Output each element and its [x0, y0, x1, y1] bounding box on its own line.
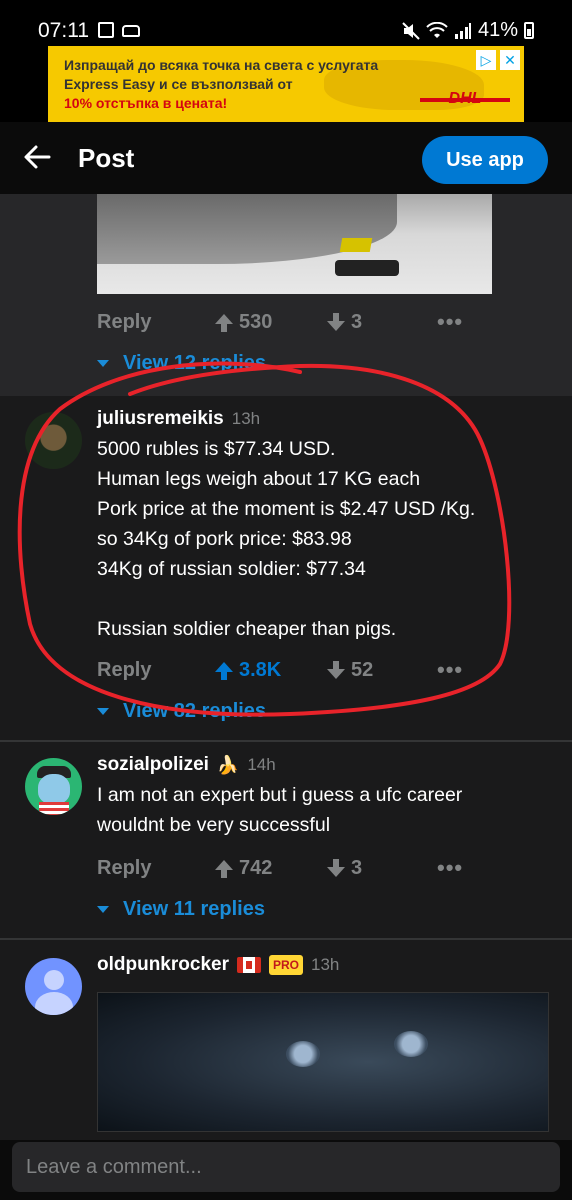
comment-composer [0, 1140, 572, 1200]
canada-flag-icon [236, 957, 261, 973]
downvote-count: 52 [351, 658, 374, 681]
upvote-button[interactable]: 530 [215, 311, 327, 334]
battery-percent: 41% [477, 19, 518, 41]
upvote-icon [215, 314, 233, 332]
more-options-icon[interactable]: ••• [437, 855, 463, 881]
comment-time: 13h [311, 955, 340, 974]
ad-line-1: Изпращай до всяка точка на света с услуг… [64, 57, 379, 73]
ad-line-2: Express Easy и се възползвай от [64, 76, 293, 92]
comment-time: 13h [231, 409, 261, 428]
comment-card: oldpunkrocker PRO 13h [0, 940, 572, 1140]
avatar[interactable] [25, 412, 82, 469]
upvote-count: 3.8K [239, 658, 282, 681]
pro-badge: PRO [268, 955, 303, 975]
downvote-icon [327, 859, 345, 877]
upvote-count: 530 [239, 310, 273, 333]
mute-icon [402, 21, 420, 40]
comment-username[interactable]: sozialpolizei [97, 754, 209, 776]
signal-icon [454, 22, 471, 39]
car-icon [122, 25, 140, 37]
chevron-down-icon [97, 360, 109, 367]
top-app-bar: Post Use app [0, 122, 572, 194]
use-app-button[interactable]: Use app [422, 136, 548, 184]
view-replies-label: View 82 replies [123, 700, 267, 722]
downvote-button[interactable]: 3 [327, 311, 437, 334]
avatar[interactable] [25, 758, 82, 815]
chevron-down-icon [97, 906, 109, 913]
avatar[interactable] [25, 958, 82, 1015]
comment-body: I am not an expert but i guess a ufc car… [97, 784, 463, 836]
comments-feed[interactable]: Reply 530 3 ••• View 12 replies juliusre… [0, 194, 572, 1140]
banana-flair-icon: 🍌 [216, 754, 240, 775]
comment-card: sozialpolizei 🍌 14h I am not an expert b… [0, 742, 572, 932]
comment-card: juliusremeikis 13h 5000 rubles is $77.34… [0, 396, 572, 736]
view-replies-label: View 11 replies [123, 898, 265, 920]
downvote-count: 3 [351, 310, 363, 333]
view-replies-label: View 12 replies [123, 352, 267, 374]
ad-banner[interactable]: Изпращай до всяка точка на света с услуг… [48, 46, 524, 122]
comment-time: 14h [247, 755, 276, 774]
upvote-button[interactable]: 742 [215, 857, 327, 880]
back-arrow-icon[interactable] [22, 142, 52, 172]
comment-username[interactable]: juliusremeikis [97, 408, 224, 430]
ad-close-icon[interactable]: ✕ [500, 50, 520, 70]
status-bar: 07:11 41% [0, 0, 572, 46]
comment-actions: Reply 742 3 ••• [97, 854, 463, 882]
more-options-icon[interactable]: ••• [437, 657, 463, 683]
view-replies-button[interactable]: View 11 replies [97, 898, 265, 921]
downvote-count: 3 [351, 856, 363, 879]
comment-username[interactable]: oldpunkrocker [97, 954, 229, 976]
comment-image-ship[interactable] [97, 194, 492, 294]
view-replies-button[interactable]: View 12 replies [97, 352, 266, 375]
view-replies-button[interactable]: View 82 replies [97, 700, 266, 723]
status-time: 07:11 [38, 19, 89, 42]
page-title: Post [78, 143, 135, 173]
ad-line-3: 10% отстъпка в цената! [64, 95, 228, 111]
battery-icon [524, 22, 534, 39]
comment-partial: Reply 530 3 ••• View 12 replies [0, 194, 572, 396]
gallery-icon [98, 22, 114, 38]
ad-info-icon[interactable]: ▷ [476, 50, 496, 70]
reply-button[interactable]: Reply [97, 311, 215, 334]
downvote-icon [327, 313, 345, 331]
upvote-count: 742 [239, 856, 273, 879]
reply-button[interactable]: Reply [97, 659, 215, 682]
downvote-button[interactable]: 3 [327, 857, 437, 880]
upvote-icon [215, 860, 233, 878]
reply-button[interactable]: Reply [97, 857, 215, 880]
comment-input[interactable] [12, 1142, 560, 1192]
upvote-button[interactable]: 3.8K [215, 659, 327, 682]
comment-actions: Reply 530 3 ••• [97, 308, 463, 336]
dhl-logo: DHL [420, 90, 510, 110]
wifi-icon [426, 21, 448, 38]
comment-image-zombie[interactable] [97, 992, 549, 1132]
downvote-button[interactable]: 52 [327, 659, 437, 682]
comment-actions: Reply 3.8K 52 ••• [97, 656, 463, 684]
chevron-down-icon [97, 708, 109, 715]
comment-body: 5000 rubles is $77.34 USD. Human legs we… [97, 438, 476, 640]
upvote-icon [215, 662, 233, 680]
downvote-icon [327, 661, 345, 679]
more-options-icon[interactable]: ••• [437, 309, 463, 335]
